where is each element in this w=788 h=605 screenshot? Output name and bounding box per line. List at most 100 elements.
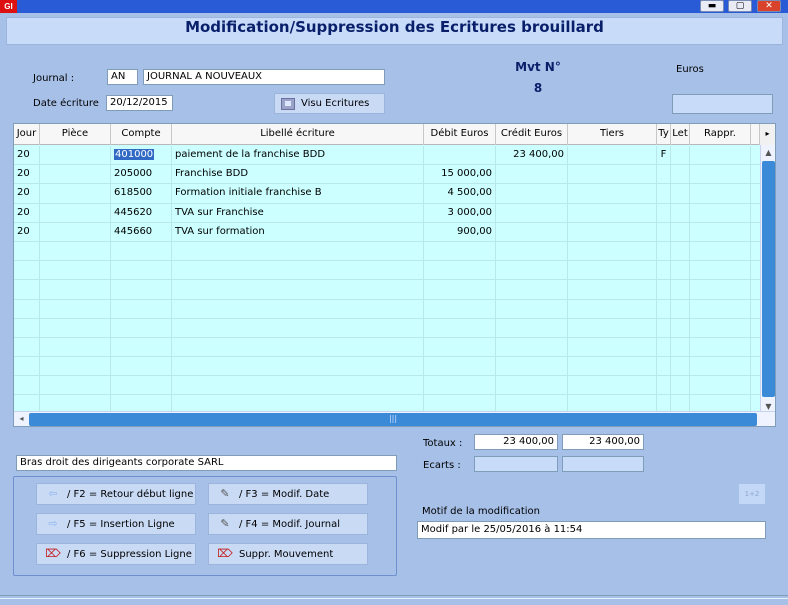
cell-rappr[interactable] (690, 261, 751, 280)
cell-libelle[interactable] (172, 299, 424, 318)
cell-compte[interactable] (111, 337, 172, 357)
vertical-scrollbar[interactable]: ▲ ▼ (760, 145, 775, 413)
euros-field[interactable] (672, 94, 773, 114)
cell-piece[interactable] (40, 241, 111, 261)
table-row[interactable] (14, 241, 761, 262)
horizontal-scrollbar[interactable]: ◂ ||| (14, 411, 775, 426)
cell-piece[interactable] (40, 184, 111, 203)
cell-type[interactable] (657, 337, 671, 357)
cell-rappr[interactable] (690, 222, 751, 241)
cell-credit[interactable]: 23 400,00 (496, 146, 568, 165)
cell-credit[interactable] (496, 357, 568, 376)
table-row[interactable] (14, 376, 761, 396)
cell-lettrage[interactable] (671, 318, 690, 337)
suppr-mouvement-button[interactable]: ⌦ Suppr. Mouvement (208, 543, 368, 565)
cell-compte[interactable]: 205000 (111, 165, 172, 184)
table-row[interactable]: 20 205000 Franchise BDD 15 000,00 (14, 165, 761, 185)
cell-tiers[interactable] (568, 357, 657, 376)
cell-debit[interactable] (424, 357, 496, 376)
cell-credit[interactable] (496, 261, 568, 280)
ecritures-grid[interactable]: Jour Pièce Compte Libellé écriture Débit… (13, 123, 776, 427)
cell-libelle[interactable] (172, 318, 424, 337)
cell-libelle[interactable]: paiement de la franchise BDD (172, 146, 424, 165)
cell-rappr[interactable] (690, 299, 751, 318)
maximize-button[interactable]: ▢ (728, 0, 752, 12)
cell-debit[interactable]: 4 500,00 (424, 184, 496, 203)
cell-compte[interactable]: 401000 (111, 146, 172, 165)
selected-cell-text[interactable]: 401000 (114, 149, 155, 160)
cell-credit[interactable] (496, 280, 568, 299)
cell-type[interactable] (657, 165, 671, 184)
cell-piece[interactable] (40, 357, 111, 376)
cell-libelle[interactable] (172, 261, 424, 280)
cell-jour[interactable] (14, 318, 40, 337)
f4-modif-journal-button[interactable]: ✎ / F4 = Modif. Journal (208, 513, 368, 535)
col-rappr[interactable]: Rappr. (690, 124, 751, 145)
cell-lettrage[interactable] (671, 357, 690, 376)
table-row[interactable]: 20 401000 paiement de la franchise BDD 23 4… (14, 146, 761, 166)
cell-lettrage[interactable] (671, 261, 690, 280)
cell-jour[interactable] (14, 357, 40, 376)
cell-compte[interactable] (111, 376, 172, 395)
cell-compte[interactable] (111, 299, 172, 318)
cell-libelle[interactable] (172, 337, 424, 357)
cell-libelle[interactable] (172, 280, 424, 299)
cell-type[interactable] (657, 203, 671, 222)
cell-tiers[interactable] (568, 280, 657, 299)
cell-type[interactable] (657, 241, 671, 261)
cell-debit[interactable]: 3 000,00 (424, 203, 496, 222)
close-button[interactable]: ✕ (757, 0, 781, 12)
col-lettrage[interactable]: Let (671, 124, 690, 145)
cell-tiers[interactable] (568, 337, 657, 357)
cell-tiers[interactable] (568, 165, 657, 184)
cell-rappr[interactable] (690, 203, 751, 222)
cell-type[interactable] (657, 357, 671, 376)
col-piece[interactable]: Pièce (40, 124, 111, 145)
cell-tiers[interactable] (568, 299, 657, 318)
cell-credit[interactable] (496, 165, 568, 184)
table-row[interactable] (14, 318, 761, 338)
cell-compte[interactable] (111, 280, 172, 299)
cell-debit[interactable] (424, 280, 496, 299)
col-jour[interactable]: Jour (14, 124, 40, 145)
cell-libelle[interactable]: Formation initiale franchise B (172, 184, 424, 203)
cell-lettrage[interactable] (671, 337, 690, 357)
cell-jour[interactable] (14, 280, 40, 299)
journal-code-field[interactable]: AN (107, 69, 138, 85)
visu-ecritures-button[interactable]: Visu Ecritures (274, 93, 385, 114)
cell-tiers[interactable] (568, 146, 657, 165)
cell-lettrage[interactable] (671, 299, 690, 318)
cell-credit[interactable] (496, 318, 568, 337)
cell-lettrage[interactable] (671, 184, 690, 203)
cell-lettrage[interactable] (671, 241, 690, 261)
cell-type[interactable] (657, 299, 671, 318)
cell-piece[interactable] (40, 337, 111, 357)
cell-jour[interactable] (14, 241, 40, 261)
cell-credit[interactable] (496, 299, 568, 318)
table-row[interactable]: 20 445620 TVA sur Franchise 3 000,00 (14, 203, 761, 223)
cell-debit[interactable] (424, 241, 496, 261)
cell-jour[interactable] (14, 376, 40, 395)
cell-credit[interactable] (496, 184, 568, 203)
cell-compte[interactable] (111, 357, 172, 376)
scroll-down-arrow[interactable]: ▼ (761, 402, 775, 411)
cell-tiers[interactable] (568, 203, 657, 222)
cell-debit[interactable] (424, 146, 496, 165)
horizontal-scroll-thumb[interactable]: ||| (29, 413, 757, 426)
cell-rappr[interactable] (690, 357, 751, 376)
cell-libelle[interactable]: Franchise BDD (172, 165, 424, 184)
cell-lettrage[interactable] (671, 280, 690, 299)
f3-modif-date-button[interactable]: ✎ / F3 = Modif. Date (208, 483, 368, 505)
cell-tiers[interactable] (568, 222, 657, 241)
cell-jour[interactable] (14, 261, 40, 280)
cell-lettrage[interactable] (671, 146, 690, 165)
cell-compte[interactable]: 618500 (111, 184, 172, 203)
col-type[interactable]: Ty (657, 124, 671, 145)
cell-debit[interactable] (424, 376, 496, 395)
cell-tiers[interactable] (568, 241, 657, 261)
cell-jour[interactable]: 20 (14, 146, 40, 165)
cell-piece[interactable] (40, 165, 111, 184)
table-row[interactable] (14, 357, 761, 377)
cell-tiers[interactable] (568, 376, 657, 395)
cell-lettrage[interactable] (671, 203, 690, 222)
